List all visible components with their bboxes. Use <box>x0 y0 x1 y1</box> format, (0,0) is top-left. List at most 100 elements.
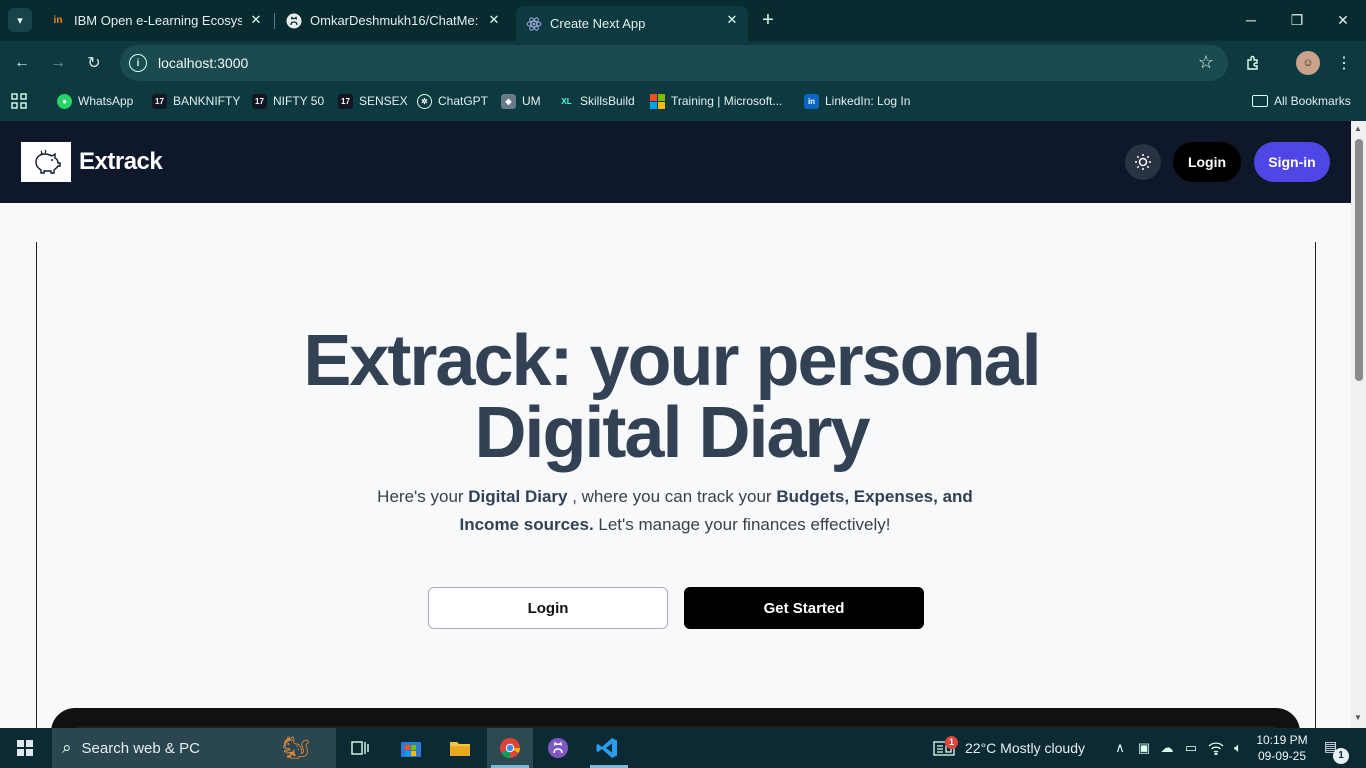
piggy-bank-logo-icon[interactable] <box>21 142 71 182</box>
nav-login-button[interactable]: Login <box>1173 142 1241 182</box>
close-icon[interactable]: ✕ <box>248 12 264 28</box>
tradingview-icon: 17 <box>252 93 267 109</box>
notification-count-badge: 1 <box>1333 748 1349 764</box>
bookmark-label: NIFTY 50 <box>273 94 325 108</box>
tab-separator <box>274 13 275 29</box>
github-icon <box>286 13 302 29</box>
new-tab-button[interactable]: + <box>756 8 780 32</box>
extensions-icon[interactable] <box>1242 51 1266 75</box>
tab-strip: ▾ in IBM Open e-Learning Ecosystem ✕ Omk… <box>0 0 1366 41</box>
menu-kebab-icon[interactable]: ⋮ <box>1332 51 1356 75</box>
tab-ibm[interactable]: in IBM Open e-Learning Ecosystem ✕ <box>40 6 272 35</box>
taskbar-search-box[interactable]: ⌕ Search web & PC 🐿 <box>52 728 336 768</box>
bookmark-label: LinkedIn: Log In <box>825 94 911 108</box>
bookmark-label: WhatsApp <box>78 94 134 108</box>
bookmark-label: All Bookmarks <box>1274 94 1351 108</box>
forward-button[interactable]: → <box>44 49 72 77</box>
reload-button[interactable]: ↻ <box>80 49 108 77</box>
subtitle-text: , where you can track your <box>567 487 777 506</box>
bookmark-training-microsoft[interactable]: Training | Microsoft... <box>650 91 782 111</box>
clock-date: 09-09-25 <box>1257 749 1307 763</box>
profile-avatar-icon[interactable]: ☺ <box>1296 51 1320 75</box>
bookmark-whatsapp[interactable]: ● WhatsApp <box>57 91 133 111</box>
bookmark-linkedin[interactable]: in LinkedIn: Log In <box>804 91 910 111</box>
bookmark-banknifty[interactable]: 17 BANKNIFTY <box>152 91 240 111</box>
scroll-up-arrow-icon[interactable]: ▲ <box>1354 124 1362 133</box>
start-button[interactable] <box>8 728 42 768</box>
all-bookmarks-button[interactable]: All Bookmarks <box>1252 91 1351 111</box>
hero-login-button[interactable]: Login <box>428 587 668 629</box>
bookmarks-bar: ● WhatsApp 17 BANKNIFTY 17 NIFTY 50 17 S… <box>0 87 1366 113</box>
um-icon: ◆ <box>501 93 516 109</box>
address-bar[interactable]: i localhost:3000 ☆ <box>120 45 1228 81</box>
task-view-icon[interactable] <box>345 734 375 762</box>
tab-github[interactable]: OmkarDeshmukh16/ChatMe: Fu ✕ <box>276 6 510 35</box>
ibm-icon: in <box>53 15 63 26</box>
windows-logo-icon <box>17 740 33 756</box>
browser-toolbar: ← → ↻ i localhost:3000 ☆ ☺ ⋮ <box>0 41 1366 85</box>
hero-subtitle: Here's your Digital Diary , where you ca… <box>375 483 975 539</box>
scroll-down-arrow-icon[interactable]: ▼ <box>1354 713 1362 722</box>
tab-title: IBM Open e-Learning Ecosystem <box>74 13 242 28</box>
page-viewport: Extrack Login Sign-in Extrack: your pers… <box>0 121 1351 728</box>
restore-button[interactable]: ❐ <box>1274 0 1320 40</box>
nav-signin-button[interactable]: Sign-in <box>1254 142 1330 182</box>
tradingview-icon: 17 <box>152 93 167 109</box>
browser-chrome: ▾ in IBM Open e-Learning Ecosystem ✕ Omk… <box>0 0 1366 121</box>
subtitle-bold: Digital Diary <box>468 487 568 506</box>
bookmark-star-icon[interactable]: ☆ <box>1198 52 1214 73</box>
chrome-icon[interactable] <box>495 734 525 762</box>
bookmark-label: SENSEX <box>359 94 408 108</box>
show-hidden-icons-chevron-up-icon[interactable]: ∧ <box>1111 739 1129 757</box>
url-text: localhost:3000 <box>158 55 249 71</box>
vscode-icon[interactable] <box>592 734 622 762</box>
scrollbar-thumb[interactable] <box>1355 139 1363 381</box>
subtitle-text: Here's your <box>377 487 469 506</box>
search-highlight-squirrel-icon: 🐿 <box>282 735 310 760</box>
hero-title-line-1: Extrack: your personal <box>303 321 1041 401</box>
tab-search-button[interactable]: ▾ <box>8 8 32 32</box>
tab-create-next-app[interactable]: Create Next App ✕ <box>516 6 748 41</box>
hero-frame-left-border <box>36 242 37 728</box>
close-window-button[interactable]: ✕ <box>1320 0 1366 40</box>
search-icon: ⌕ <box>62 738 72 757</box>
bookmark-skillsbuild[interactable]: XL SkillsBuild <box>559 91 635 111</box>
bookmark-label: SkillsBuild <box>580 94 635 108</box>
bookmark-label: BANKNIFTY <box>173 94 241 108</box>
get-started-button[interactable]: Get Started <box>684 587 924 629</box>
wifi-icon[interactable] <box>1207 739 1225 757</box>
github-desktop-icon[interactable] <box>543 734 573 762</box>
bookmark-sensex[interactable]: 17 SENSEX <box>338 91 408 111</box>
weather-badge: 1 <box>945 736 958 749</box>
theme-toggle-sun-icon[interactable] <box>1125 144 1161 180</box>
search-placeholder: Search web & PC <box>81 739 200 757</box>
close-icon[interactable]: ✕ <box>724 12 740 28</box>
back-button[interactable]: ← <box>8 49 36 77</box>
react-icon <box>526 16 542 32</box>
bookmark-um[interactable]: ◆ UM <box>501 91 541 111</box>
weather-text[interactable]: 22°C Mostly cloudy <box>965 728 1085 768</box>
volume-speaker-icon[interactable]: 🔈︎ <box>1229 739 1247 757</box>
file-explorer-icon[interactable] <box>445 734 475 762</box>
brand-name[interactable]: Extrack <box>79 148 163 176</box>
bookmark-nifty-50[interactable]: 17 NIFTY 50 <box>252 91 324 111</box>
folder-icon <box>1252 95 1268 107</box>
close-icon[interactable]: ✕ <box>486 12 502 28</box>
bookmark-chatgpt[interactable]: ✲ ChatGPT <box>417 91 488 111</box>
battery-icon[interactable]: ▭ <box>1182 739 1200 757</box>
microsoft-store-icon[interactable] <box>396 734 426 762</box>
dashboard-preview-card <box>51 708 1300 728</box>
hero-title-line-2: Digital Diary <box>474 393 870 473</box>
minimize-button[interactable]: ─ <box>1228 0 1274 40</box>
apps-grid-icon[interactable] <box>10 91 28 111</box>
site-info-icon[interactable]: i <box>129 54 147 72</box>
page-scrollbar[interactable]: ▲ ▼ <box>1351 121 1366 728</box>
tab-title: Create Next App <box>550 16 646 31</box>
hero-frame-right-border <box>1315 242 1316 728</box>
subtitle-text: Let's manage your finances effectively! <box>593 515 891 534</box>
meet-now-icon[interactable]: ▣ <box>1135 739 1153 757</box>
taskbar-clock[interactable]: 10:19 PM 09-09-25 <box>1252 732 1312 764</box>
onedrive-cloud-icon[interactable]: ☁ <box>1158 739 1176 757</box>
bookmark-label: UM <box>522 94 541 108</box>
bookmark-label: Training | Microsoft... <box>671 94 783 108</box>
